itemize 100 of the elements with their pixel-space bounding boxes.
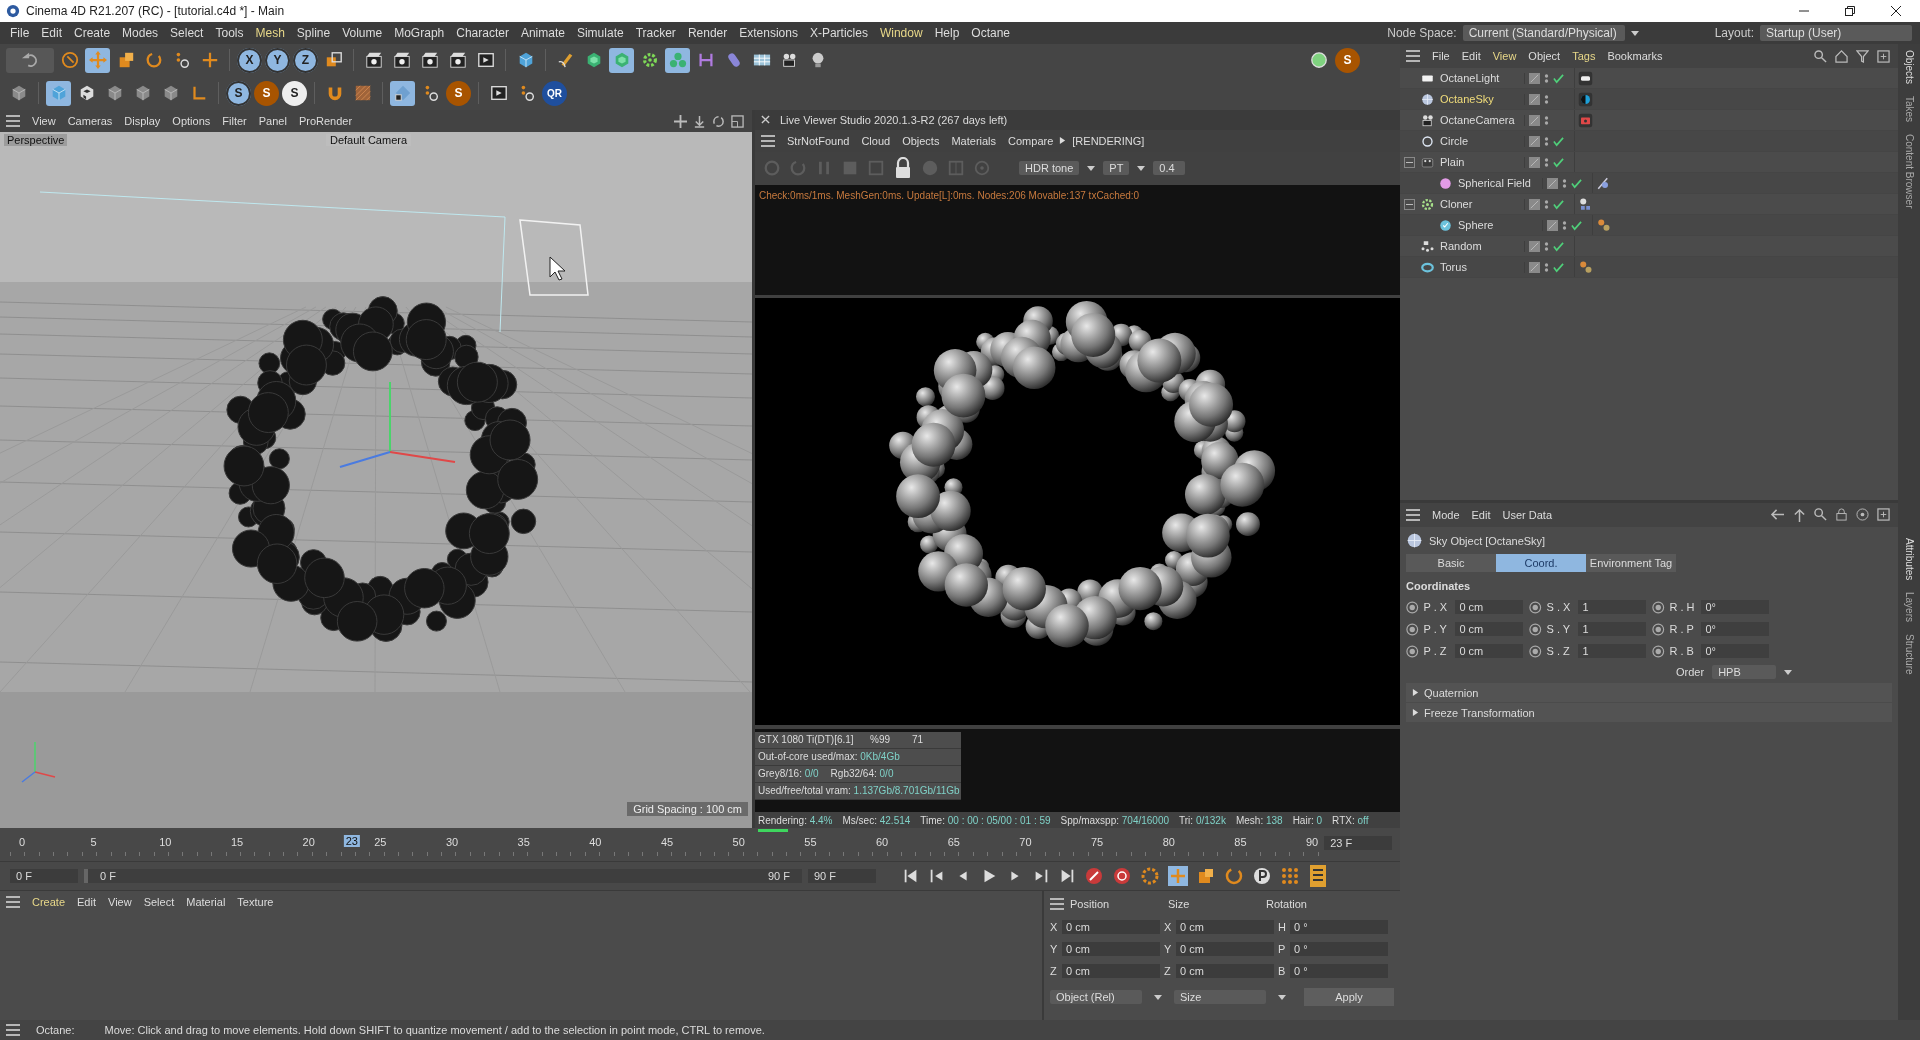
caret-icon[interactable] xyxy=(1630,30,1639,36)
search-icon[interactable] xyxy=(1814,507,1827,521)
field-tag-icon[interactable] xyxy=(1596,175,1611,191)
attribute-tab[interactable]: Environment Tag xyxy=(1586,554,1676,572)
menu-item[interactable]: Window xyxy=(873,26,929,40)
expander-icon[interactable] xyxy=(1404,198,1415,210)
object-row[interactable]: OctaneSky xyxy=(1400,89,1898,110)
side-tab[interactable]: Structure xyxy=(1903,634,1915,675)
layer-box-icon[interactable] xyxy=(1529,261,1540,273)
coordinate-field[interactable]: 0 cm xyxy=(1062,964,1160,978)
viewer-menu-item[interactable]: Cloud xyxy=(855,134,897,147)
checkmark-icon[interactable] xyxy=(1553,156,1564,168)
visibility-dots-icon[interactable] xyxy=(1544,135,1549,147)
kernel-dropdown[interactable]: PT xyxy=(1103,161,1130,176)
checkmark-icon[interactable] xyxy=(1571,177,1582,189)
animation-dot-icon[interactable] xyxy=(1406,622,1419,636)
menu-item[interactable]: File xyxy=(4,26,36,40)
collapsible-group[interactable]: Quaternion xyxy=(1406,683,1892,702)
animation-dot-icon[interactable] xyxy=(1652,644,1665,658)
object-name[interactable]: OctaneSky xyxy=(1440,93,1494,105)
layer-box-icon[interactable] xyxy=(1547,219,1558,231)
parameter-field[interactable]: 0 cm xyxy=(1455,644,1523,658)
side-tab[interactable]: Attributes xyxy=(1903,538,1915,581)
checkmark-icon[interactable] xyxy=(1553,240,1564,252)
parameter-field[interactable]: 1 xyxy=(1578,600,1646,614)
material-tag-icon[interactable] xyxy=(1596,217,1611,233)
parameter-key-icon[interactable] xyxy=(1252,865,1272,886)
keyframe-settings-icon[interactable] xyxy=(1140,865,1160,886)
viewer-menu-item[interactable]: Materials xyxy=(945,134,1003,147)
parameter-field[interactable]: 1 xyxy=(1578,622,1646,636)
attribute-menu-item[interactable]: User Data xyxy=(1496,509,1559,521)
restore-icon[interactable] xyxy=(1844,5,1856,17)
layer-box-icon[interactable] xyxy=(1529,198,1540,210)
mode-button[interactable]: S xyxy=(446,80,471,106)
coordinate-field[interactable]: 0 cm xyxy=(1176,964,1274,978)
tone-mode-dropdown[interactable]: HDR tone xyxy=(1019,161,1080,176)
object-name[interactable]: Circle xyxy=(1440,135,1469,147)
pan-icon[interactable] xyxy=(674,114,687,128)
object-row[interactable]: Circle xyxy=(1400,131,1898,152)
layer-box-icon[interactable] xyxy=(1529,240,1540,252)
menu-icon[interactable] xyxy=(1406,50,1420,62)
coordinate-field[interactable]: 0 ° xyxy=(1290,964,1388,978)
object-row[interactable]: Sphere xyxy=(1400,215,1898,236)
viewport-menu-item[interactable]: Filter xyxy=(216,115,253,127)
animation-dot-icon[interactable] xyxy=(1529,622,1542,636)
layer-box-icon[interactable] xyxy=(1547,177,1558,189)
side-tab[interactable]: Layers xyxy=(1903,592,1915,623)
menu-icon[interactable] xyxy=(1406,509,1420,521)
apply-button[interactable]: Apply xyxy=(1304,988,1394,1006)
layout-dropdown[interactable]: Startup (User) xyxy=(1760,25,1912,41)
home-icon[interactable] xyxy=(1835,49,1848,63)
mode-button[interactable]: QR xyxy=(542,80,567,106)
animation-dot-icon[interactable] xyxy=(1406,644,1419,658)
object-name[interactable]: Cloner xyxy=(1440,198,1473,210)
visibility-dots-icon[interactable] xyxy=(1544,198,1549,210)
layer-box-icon[interactable] xyxy=(1529,93,1540,105)
material-menu-item[interactable]: Edit xyxy=(71,896,102,908)
object-name[interactable]: Torus xyxy=(1440,261,1467,273)
animation-dot-icon[interactable] xyxy=(1529,600,1542,614)
visibility-dots-icon[interactable] xyxy=(1562,177,1567,189)
animation-dot-icon[interactable] xyxy=(1529,644,1542,658)
parameter-field[interactable]: 0° xyxy=(1701,600,1769,614)
visibility-dots-icon[interactable] xyxy=(1544,240,1549,252)
menu-icon[interactable] xyxy=(6,1024,20,1036)
new-window-icon[interactable] xyxy=(1877,507,1890,521)
up-arrow-icon[interactable] xyxy=(1793,507,1806,523)
search-icon[interactable] xyxy=(1814,49,1827,63)
layer-box-icon[interactable] xyxy=(1529,156,1540,168)
checkmark-icon[interactable] xyxy=(1571,219,1582,231)
viewer-menu-item[interactable]: Objects xyxy=(896,134,946,147)
menu-item[interactable]: Render xyxy=(681,26,734,40)
orbit-icon[interactable] xyxy=(712,114,725,128)
object-menu-item[interactable]: Tags xyxy=(1566,50,1602,62)
record-icon[interactable] xyxy=(1084,865,1104,886)
axis-toggle-button[interactable]: Z xyxy=(293,47,318,73)
menu-item[interactable]: Select xyxy=(164,26,210,40)
playhead[interactable]: 23 xyxy=(343,835,360,847)
side-tab[interactable]: Objects xyxy=(1903,50,1915,84)
cloner-tag-icon[interactable] xyxy=(1578,196,1593,212)
layer-box-icon[interactable] xyxy=(1529,114,1540,126)
menu-item[interactable]: Volume xyxy=(336,26,389,40)
checkmark-icon[interactable] xyxy=(1553,261,1564,273)
restart-icon[interactable] xyxy=(789,159,807,178)
timeline-window-icon[interactable] xyxy=(1308,863,1328,888)
material-menu-item[interactable]: Select xyxy=(137,896,181,908)
menu-item[interactable]: Animate xyxy=(514,26,571,40)
new-window-icon[interactable] xyxy=(1877,49,1890,63)
camera-tag-icon[interactable] xyxy=(1578,112,1593,128)
menu-item[interactable]: Edit xyxy=(35,26,69,40)
parameter-field[interactable]: 0 cm xyxy=(1455,622,1523,636)
menu-item[interactable]: Spline xyxy=(290,26,337,40)
menu-item[interactable]: Character xyxy=(450,26,515,40)
caret-icon[interactable] xyxy=(1278,994,1286,1000)
mode-button[interactable]: S xyxy=(226,80,251,106)
viewport-menu-item[interactable]: Display xyxy=(118,115,167,127)
object-menu-item[interactable]: Object xyxy=(1522,50,1567,62)
animation-dot-icon[interactable] xyxy=(1652,622,1665,636)
material-menu-item[interactable]: Create xyxy=(26,896,72,908)
expander-icon[interactable] xyxy=(1404,156,1415,168)
menu-icon[interactable] xyxy=(6,896,20,908)
